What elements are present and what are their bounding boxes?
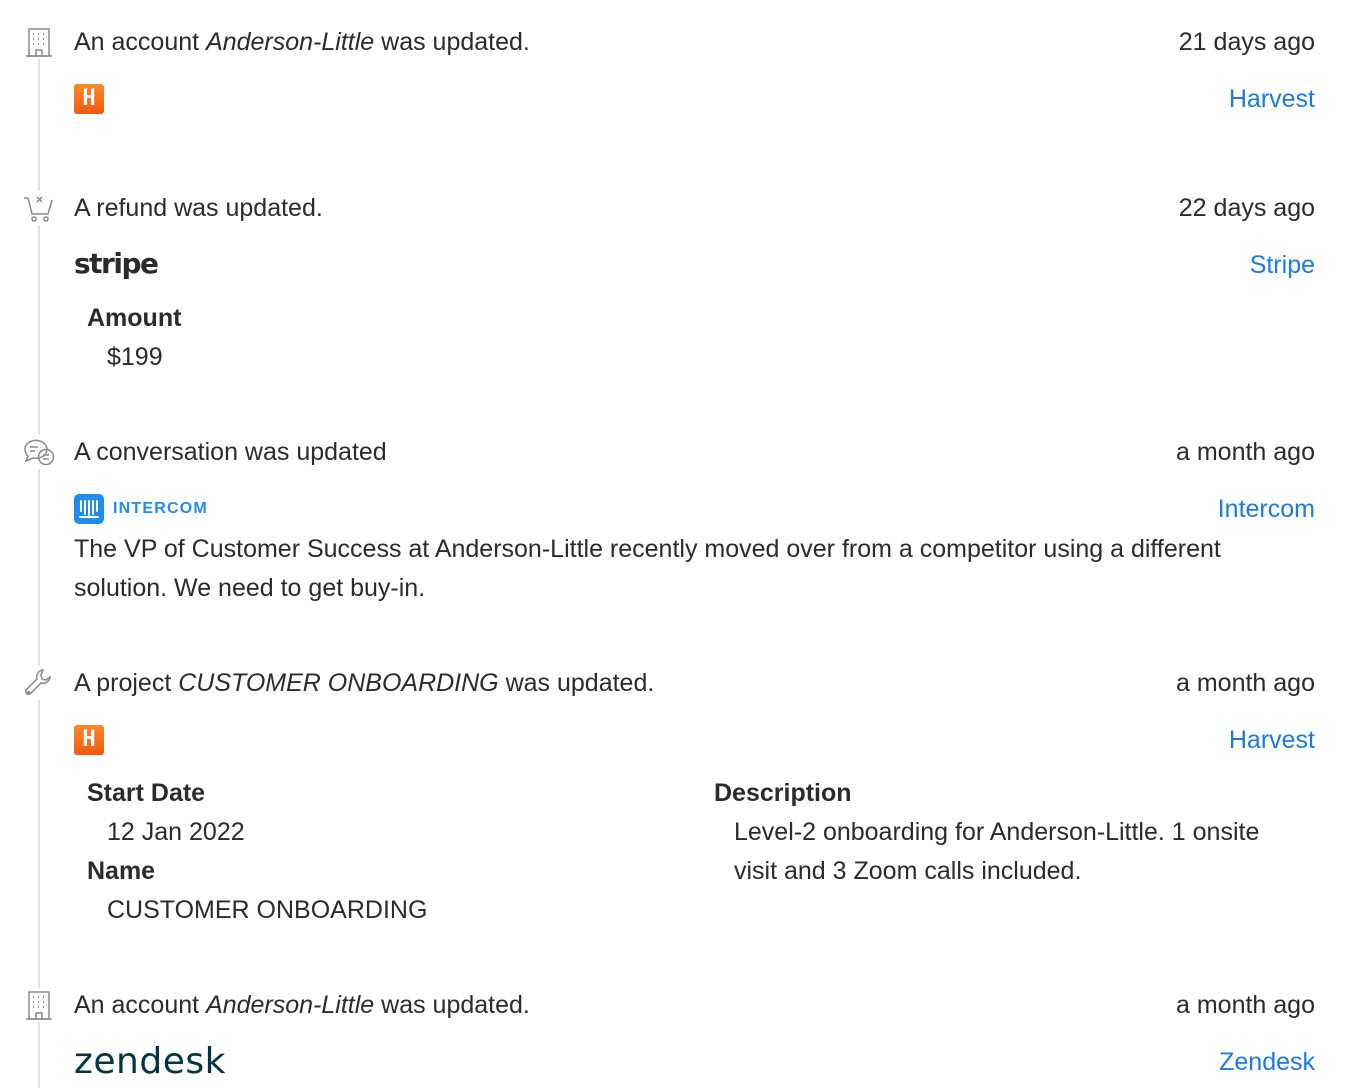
harvest-logo: H xyxy=(74,725,104,755)
field-label-amount: Amount xyxy=(87,304,182,332)
event-title: An account Anderson-Little was updated. xyxy=(74,28,530,56)
chat-bubbles-icon xyxy=(22,435,56,469)
source-link-harvest[interactable]: Harvest xyxy=(1229,82,1315,116)
harvest-logo: H xyxy=(74,84,104,114)
field-label-start-date: Start Date xyxy=(87,779,206,807)
field-value-amount: $199 xyxy=(107,343,163,371)
field-label-description: Description xyxy=(714,779,852,807)
event-timestamp: 22 days ago xyxy=(1178,194,1315,222)
building-icon xyxy=(22,988,56,1022)
event-title: An account Anderson-Little was updated. xyxy=(74,991,530,1019)
event-timestamp: 21 days ago xyxy=(1178,28,1315,56)
event-title: A conversation was updated xyxy=(74,438,387,466)
intercom-wordmark: INTERCOM xyxy=(113,500,208,517)
event-title: A project CUSTOMER ONBOARDING was update… xyxy=(74,669,655,697)
event-title: A refund was updated. xyxy=(74,194,323,222)
conversation-body: The VP of Customer Success at Anderson-L… xyxy=(74,535,1221,602)
event-timestamp: a month ago xyxy=(1176,991,1315,1019)
event-timestamp: a month ago xyxy=(1176,438,1315,466)
building-icon xyxy=(22,25,56,59)
intercom-mark-icon xyxy=(74,494,104,524)
intercom-logo: INTERCOM xyxy=(74,494,208,524)
field-value-start-date: 12 Jan 2022 xyxy=(107,818,245,846)
source-link-harvest[interactable]: Harvest xyxy=(1229,723,1315,757)
source-link-zendesk[interactable]: Zendesk xyxy=(1219,1045,1315,1079)
wrench-icon xyxy=(22,666,56,700)
field-value-name: CUSTOMER ONBOARDING xyxy=(107,896,428,924)
source-link-stripe[interactable]: Stripe xyxy=(1250,248,1315,282)
source-link-intercom[interactable]: Intercom xyxy=(1218,492,1315,526)
field-label-name: Name xyxy=(87,857,156,885)
stripe-logo: stripe xyxy=(74,247,159,280)
cart-refund-icon xyxy=(22,191,56,225)
field-value-description: Level-2 onboarding for Anderson-Little. … xyxy=(734,818,1260,885)
zendesk-logo: zendesk xyxy=(74,1041,226,1082)
event-timestamp: a month ago xyxy=(1176,669,1315,697)
